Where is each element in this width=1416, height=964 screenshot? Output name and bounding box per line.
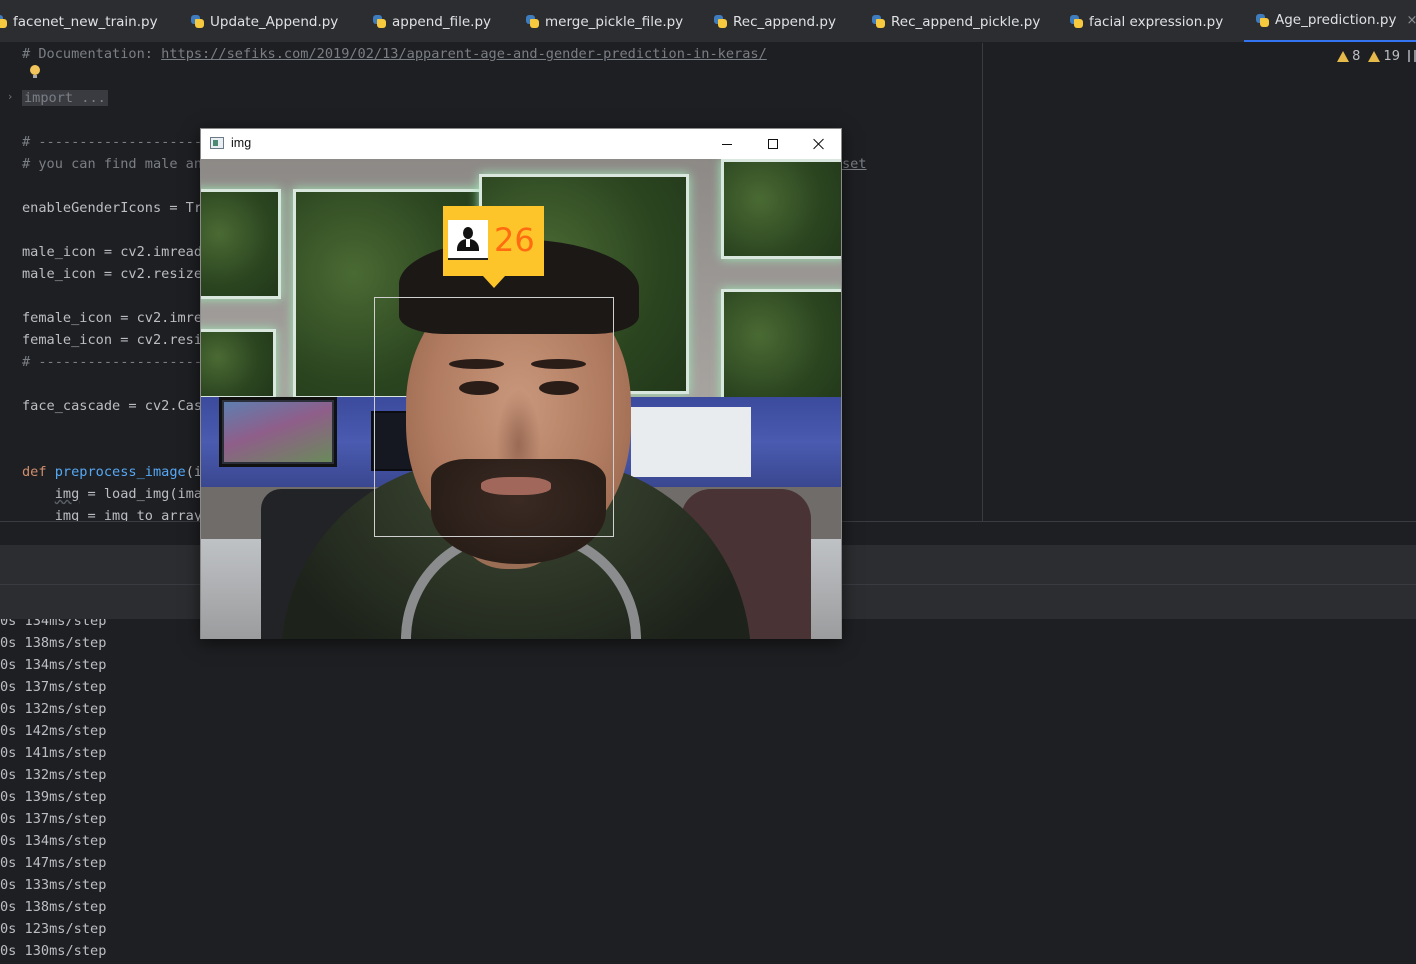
- lightbulb-icon[interactable]: [30, 65, 40, 79]
- window-title-bar[interactable]: img: [201, 129, 841, 159]
- right-margin-guide: [982, 43, 983, 521]
- tab-append-file[interactable]: append_file.py: [373, 0, 492, 42]
- run-console-output[interactable]: 0s 134ms/step 0s 138ms/step 0s 134ms/ste…: [0, 619, 1416, 964]
- console-line: 0s 134ms/step: [0, 833, 107, 849]
- weak-warning-count: 19: [1383, 48, 1400, 64]
- tab-label: Age_prediction.py: [1275, 12, 1397, 28]
- inspection-widget[interactable]: 8 19: [1337, 47, 1416, 65]
- console-line: 0s 134ms/step: [0, 657, 107, 673]
- green-wall-panel: [201, 329, 276, 399]
- male-person-icon: [448, 220, 488, 260]
- inspection-more-icon: [1408, 50, 1416, 62]
- maximize-button[interactable]: [750, 129, 796, 159]
- line-number-gutter: [0, 43, 18, 521]
- tab-rec-append[interactable]: Rec_append.py: [714, 0, 836, 42]
- tab-label: merge_pickle_file.py: [545, 13, 684, 30]
- tab-facenet-new-train[interactable]: facenet_new_train.py: [0, 0, 158, 42]
- code-line-load-img: img = load_img(imag: [54, 486, 211, 502]
- tab-label: Update_Append.py: [210, 13, 339, 30]
- console-line: 0s 138ms/step: [0, 899, 107, 915]
- console-line: 0s 123ms/step: [0, 921, 107, 937]
- warning-icon: [1337, 50, 1350, 62]
- console-line: 0s 142ms/step: [0, 723, 107, 739]
- tab-update-append[interactable]: Update_Append.py: [191, 0, 339, 42]
- python-file-icon: [373, 15, 386, 28]
- python-file-icon: [1070, 15, 1083, 28]
- predicted-age: 26: [494, 221, 535, 259]
- close-icon: [812, 138, 824, 150]
- python-file-icon: [526, 15, 539, 28]
- weak-warning-icon: [1368, 50, 1381, 62]
- console-line: 0s 133ms/step: [0, 877, 107, 893]
- code-line-separator: # --------------------: [22, 134, 203, 150]
- age-prediction-label: 26: [443, 206, 544, 276]
- green-wall-panel: [201, 189, 281, 299]
- code-line-comment: # you can find male an: [22, 156, 203, 172]
- tab-label: Rec_append.py: [733, 13, 836, 30]
- tab-label: facenet_new_train.py: [13, 13, 158, 30]
- console-line: 0s 132ms/step: [0, 701, 107, 717]
- code-line-enable-gender-icons: enableGenderIcons = Tr: [22, 200, 203, 216]
- console-line: 0s 137ms/step: [0, 811, 107, 827]
- editor-tab-bar: facenet_new_train.py Update_Append.py ap…: [0, 0, 1416, 43]
- face-detection-box: [374, 297, 614, 537]
- tab-label: facial expression.py: [1089, 13, 1224, 30]
- opencv-image-window[interactable]: img 26: [200, 128, 842, 639]
- tab-merge-pickle-file[interactable]: merge_pickle_file.py: [526, 0, 684, 42]
- code-line-separator: # ---------------------: [22, 354, 211, 370]
- tab-close-icon[interactable]: ×: [1406, 13, 1416, 28]
- minimize-icon: [722, 143, 732, 145]
- console-line: 0s 147ms/step: [0, 855, 107, 871]
- code-line-female-icon-read: female_icon = cv2.imre: [22, 310, 203, 326]
- python-file-icon: [872, 15, 885, 28]
- code-line-face-cascade: face_cascade = cv2.Cas: [22, 398, 203, 414]
- green-wall-panel: [721, 289, 841, 404]
- background-monitor: [219, 397, 337, 467]
- maximize-icon: [768, 139, 778, 149]
- tab-rec-append-pickle[interactable]: Rec_append_pickle.py: [872, 0, 1041, 42]
- code-line-def: def preprocess_image(i: [22, 464, 203, 480]
- code-line-comment-tail: set: [842, 156, 867, 172]
- tab-label: Rec_append_pickle.py: [891, 13, 1041, 30]
- console-line: 0s 130ms/step: [0, 943, 107, 959]
- warning-count: 8: [1352, 48, 1361, 64]
- console-line: 0s 132ms/step: [0, 767, 107, 783]
- python-file-icon: [191, 15, 204, 28]
- age-label-pointer: [483, 276, 505, 288]
- console-line: 0s 138ms/step: [0, 635, 107, 651]
- code-line-male-icon-read: male_icon = cv2.imread: [22, 244, 203, 260]
- code-line-documentation: # Documentation: https://sefiks.com/2019…: [22, 46, 767, 62]
- console-line: 0s 137ms/step: [0, 679, 107, 695]
- python-file-icon: [0, 15, 7, 28]
- tab-label: append_file.py: [392, 13, 492, 30]
- code-line-import: import ...: [22, 87, 108, 109]
- console-line: 0s 134ms/step: [0, 619, 107, 629]
- code-line-img-to-array: img = img_to_array: [22, 508, 203, 521]
- console-line: 0s 141ms/step: [0, 745, 107, 761]
- whiteboard: [631, 407, 751, 477]
- fold-chevron-icon[interactable]: ›: [8, 90, 12, 103]
- documentation-link[interactable]: https://sefiks.com/2019/02/13/apparent-a…: [161, 46, 767, 62]
- webcam-frame: 26: [201, 159, 841, 639]
- code-line-female-icon-resize: female_icon = cv2.resi: [22, 332, 203, 348]
- console-line: 0s 139ms/step: [0, 789, 107, 805]
- code-line-male-icon-resize: male_icon = cv2.resize: [22, 266, 203, 282]
- tab-facial-expression[interactable]: facial expression.py: [1070, 0, 1224, 42]
- minimize-button[interactable]: [704, 129, 750, 159]
- python-file-icon: [1256, 13, 1269, 27]
- folded-imports[interactable]: import ...: [22, 90, 108, 106]
- python-file-icon: [714, 15, 727, 28]
- tab-age-prediction[interactable]: Age_prediction.py ×: [1244, 0, 1416, 42]
- green-wall-panel: [721, 159, 841, 259]
- window-app-icon: [210, 137, 224, 149]
- window-title: img: [231, 136, 252, 150]
- close-button[interactable]: [795, 129, 841, 159]
